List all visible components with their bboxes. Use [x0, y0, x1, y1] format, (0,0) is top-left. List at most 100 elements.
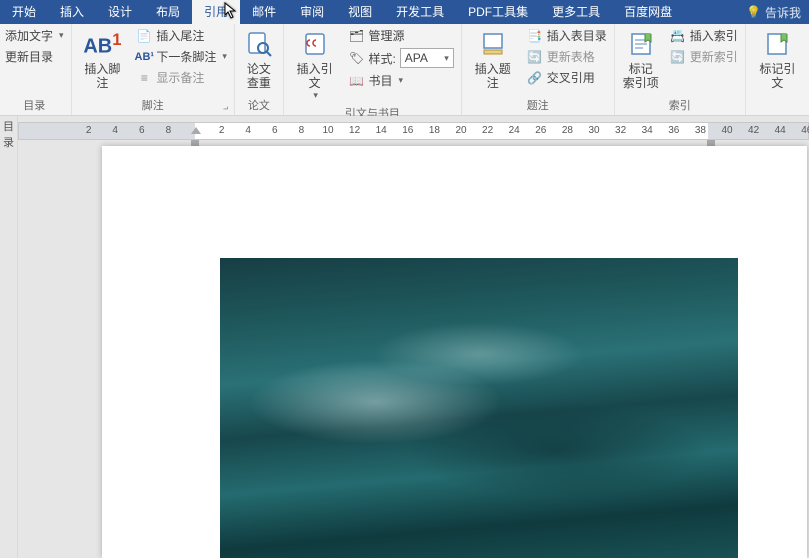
nav-pane-strip[interactable]: 目录: [0, 116, 18, 558]
insert-index-button[interactable]: 📇 插入索引: [667, 26, 741, 45]
tab-review[interactable]: 审阅: [288, 0, 336, 24]
update-toc-button[interactable]: 更新目录: [2, 47, 67, 66]
document-page[interactable]: [102, 146, 807, 558]
group-footnotes: AB1 插入脚注 📄 插入尾注 AB¹ 下一条脚注 ≡ 显示备注 脚注: [72, 24, 235, 115]
insert-citation-label: 插入引文: [292, 62, 338, 90]
footnote-icon: AB1: [86, 28, 118, 60]
citation-icon: [299, 28, 331, 60]
style-row: 🏷 样式: APA: [345, 47, 456, 69]
group-index-label: 索引: [619, 95, 741, 115]
update-index-icon: 🔄: [670, 49, 686, 65]
ruler-tick: 8: [299, 125, 305, 136]
show-notes-icon: ≡: [136, 70, 152, 86]
tab-baidu[interactable]: 百度网盘: [612, 0, 684, 24]
thesis-check-icon: [243, 28, 275, 60]
group-toa: 标记引文: [746, 24, 809, 115]
caption-icon: [477, 28, 509, 60]
tab-view[interactable]: 视图: [336, 0, 384, 24]
first-line-indent-marker[interactable]: [191, 127, 201, 134]
tab-devtools[interactable]: 开发工具: [384, 0, 456, 24]
menu-tabs: 开始 插入 设计 布局 引用 邮件 审阅 视图 开发工具 PDF工具集 更多工具…: [0, 0, 809, 24]
lightbulb-icon: 💡: [746, 5, 761, 19]
insert-tof-button[interactable]: 📑 插入表目录: [524, 26, 610, 45]
bibliography-button[interactable]: 📖 书目: [345, 71, 456, 90]
tell-me[interactable]: 💡 告诉我: [738, 4, 809, 21]
next-footnote-button[interactable]: AB¹ 下一条脚注: [133, 47, 230, 66]
next-footnote-icon: AB¹: [136, 49, 152, 65]
insert-tof-label: 插入表目录: [547, 27, 607, 44]
update-toc-label: 更新目录: [5, 48, 53, 65]
mark-entry-label: 标记 索引项: [623, 62, 659, 90]
ruler-tick: 6: [139, 125, 145, 136]
ruler-tick: 36: [668, 125, 679, 136]
document-area: 目录 8642246810121416182022242628303234363…: [0, 116, 809, 558]
bibliography-icon: 📖: [348, 73, 364, 89]
ruler-tick: 10: [322, 125, 333, 136]
show-notes-label: 显示备注: [156, 69, 204, 86]
cross-ref-button[interactable]: 🔗 交叉引用: [524, 68, 610, 87]
insert-caption-label: 插入题注: [470, 62, 516, 90]
ruler-tick: 42: [748, 125, 759, 136]
update-index-button[interactable]: 🔄 更新索引: [667, 47, 741, 66]
next-footnote-label: 下一条脚注: [156, 48, 216, 65]
ruler-tick: 22: [482, 125, 493, 136]
bibliography-label: 书目: [368, 72, 392, 89]
ruler-tick: 44: [775, 125, 786, 136]
tab-references[interactable]: 引用: [192, 0, 240, 24]
ruler-tick: 8: [166, 125, 172, 136]
ruler-tick: 16: [402, 125, 413, 136]
tof-icon: 📑: [527, 28, 543, 44]
add-text-button[interactable]: 添加文字: [2, 26, 67, 45]
group-footnotes-label: 脚注: [76, 95, 230, 115]
mark-entry-button[interactable]: 标记 索引项: [619, 26, 663, 92]
update-table-label: 更新表格: [547, 48, 595, 65]
group-thesis-label: 论文: [239, 95, 279, 115]
ruler-tick: 40: [721, 125, 732, 136]
thesis-check-label: 论文 查重: [247, 62, 271, 90]
insert-citation-button[interactable]: 插入引文: [288, 26, 342, 103]
group-toc-label: 目录: [2, 95, 67, 115]
insert-footnote-button[interactable]: AB1 插入脚注: [76, 26, 130, 92]
manage-sources-button[interactable]: 🗂 管理源: [345, 26, 456, 45]
style-value: APA: [405, 51, 428, 65]
group-index: 标记 索引项 📇 插入索引 🔄 更新索引 索引: [615, 24, 746, 115]
add-text-label: 添加文字: [5, 27, 53, 44]
update-table-button[interactable]: 🔄 更新表格: [524, 47, 610, 66]
style-icon: 🏷: [348, 50, 364, 66]
tab-start[interactable]: 开始: [0, 0, 48, 24]
insert-endnote-button[interactable]: 📄 插入尾注: [133, 26, 230, 45]
tab-insert[interactable]: 插入: [48, 0, 96, 24]
ruler-tick: 34: [642, 125, 653, 136]
ruler-tick: 32: [615, 125, 626, 136]
ruler-tick: 28: [562, 125, 573, 136]
ruler-tick: 2: [86, 125, 92, 136]
mark-citation-label: 标记引文: [754, 62, 801, 90]
style-select[interactable]: APA: [400, 48, 454, 68]
show-notes-button[interactable]: ≡ 显示备注: [133, 68, 230, 87]
group-citations: 插入引文 🗂 管理源 🏷 样式: APA 📖 书目 引文与书目: [284, 24, 462, 115]
ruler-tick: 38: [695, 125, 706, 136]
tab-layout[interactable]: 布局: [144, 0, 192, 24]
mark-entry-icon: [625, 28, 657, 60]
update-index-label: 更新索引: [690, 48, 738, 65]
mark-citation-icon: [761, 28, 793, 60]
insert-endnote-label: 插入尾注: [156, 27, 204, 44]
tab-design[interactable]: 设计: [96, 0, 144, 24]
group-toc: 添加文字 更新目录 目录: [0, 24, 72, 115]
tab-more[interactable]: 更多工具: [540, 0, 612, 24]
ruler-tick: 26: [535, 125, 546, 136]
inserted-image-water[interactable]: [220, 258, 738, 558]
cross-ref-label: 交叉引用: [547, 69, 595, 86]
ruler-tick: 4: [112, 125, 118, 136]
mark-citation-button[interactable]: 标记引文: [750, 26, 805, 92]
horizontal-ruler[interactable]: 8642246810121416182022242628303234363840…: [18, 122, 809, 140]
group-captions: 插入题注 📑 插入表目录 🔄 更新表格 🔗 交叉引用 题注: [462, 24, 615, 115]
tab-pdf[interactable]: PDF工具集: [456, 0, 540, 24]
tab-mail[interactable]: 邮件: [240, 0, 288, 24]
group-thesis: 论文 查重 论文: [235, 24, 284, 115]
insert-caption-button[interactable]: 插入题注: [466, 26, 520, 92]
ruler-tick: 12: [349, 125, 360, 136]
group-captions-label: 题注: [466, 95, 610, 115]
cross-ref-icon: 🔗: [527, 70, 543, 86]
thesis-check-button[interactable]: 论文 查重: [239, 26, 279, 92]
